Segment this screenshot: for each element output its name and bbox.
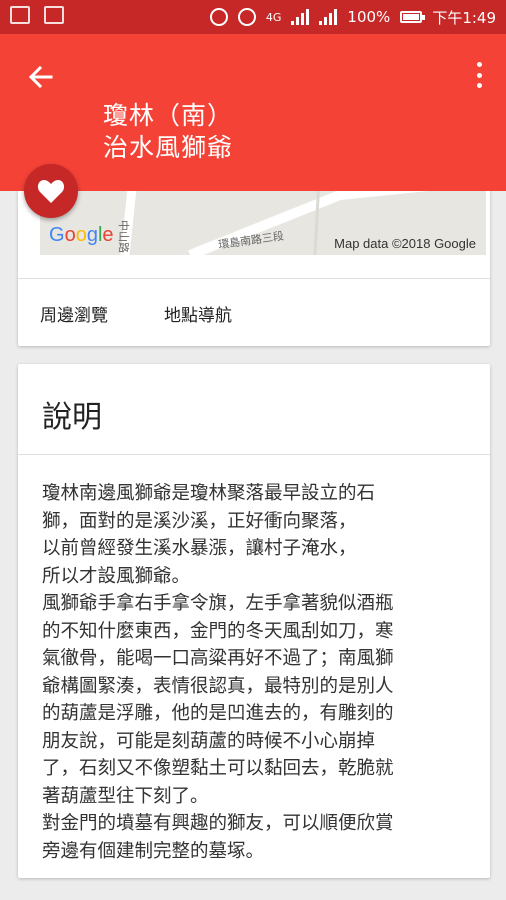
- title-line-2: 治水風獅爺: [103, 133, 234, 162]
- clock: 下午1:49: [432, 8, 496, 27]
- navigate-button[interactable]: 地點導航: [164, 301, 232, 326]
- heart-icon: [37, 180, 65, 203]
- status-bar: 4G 100% 下午1:49: [0, 0, 506, 34]
- image-icon: [44, 6, 64, 24]
- app-bar: 瓊林（南） 治水風獅爺: [0, 34, 506, 191]
- network-type: 4G: [265, 10, 282, 24]
- sync-icon: [237, 8, 256, 26]
- signal-icon: [291, 9, 310, 25]
- favorite-button[interactable]: [24, 164, 78, 218]
- map-actions: 周邊瀏覽 地點導航: [18, 278, 490, 347]
- more-options-icon[interactable]: [474, 62, 484, 88]
- description-card: 說明 瓊林南邊風獅爺是瓊林聚落最早設立的石 獅，面對的是溪沙溪，正好衝向聚落， …: [18, 364, 490, 878]
- signal-icon: [319, 9, 338, 25]
- google-logo: Google: [49, 224, 114, 246]
- title-line-1: 瓊林（南）: [103, 101, 234, 130]
- page-title: 瓊林（南） 治水風獅爺: [103, 100, 233, 164]
- nearby-button[interactable]: 周邊瀏覽: [40, 301, 108, 326]
- description-text: 瓊林南邊風獅爺是瓊林聚落最早設立的石 獅，面對的是溪沙溪，正好衝向聚落， 以前曾…: [42, 483, 394, 862]
- road-label: 中山路: [117, 220, 130, 253]
- map-attribution: Map data ©2018 Google: [334, 236, 476, 251]
- image-icon: [10, 6, 30, 24]
- back-arrow-icon[interactable]: [26, 62, 56, 92]
- description-heading: 說明: [42, 400, 102, 435]
- battery-percent: 100%: [347, 8, 391, 26]
- description-header: 說明: [18, 364, 490, 455]
- hotspot-icon: [209, 8, 228, 26]
- battery-icon: [400, 11, 426, 23]
